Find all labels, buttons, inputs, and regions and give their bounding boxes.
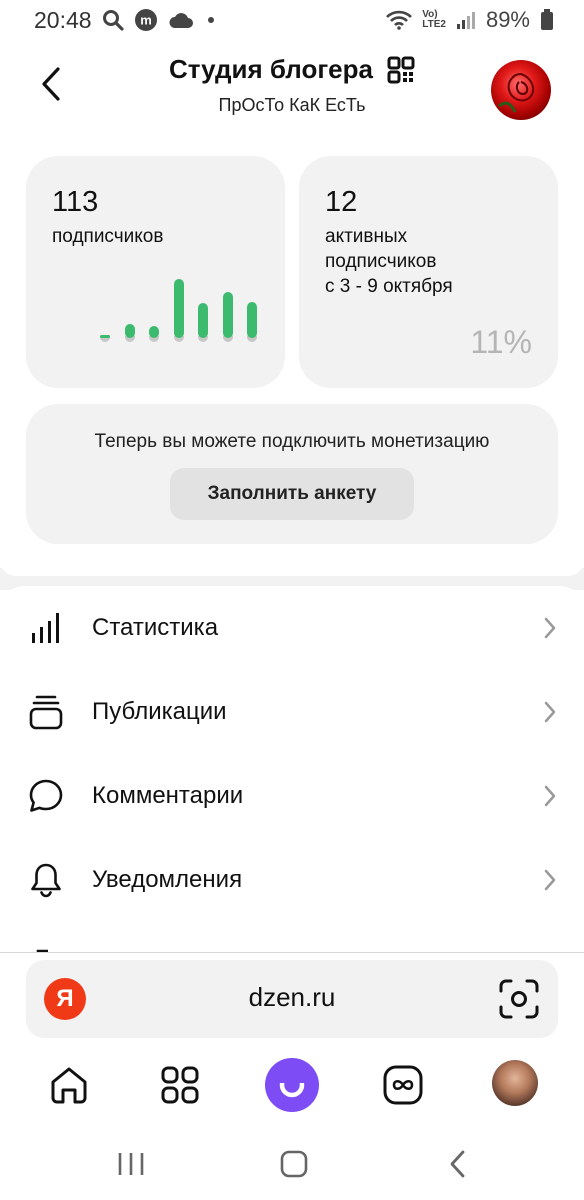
dot-icon <box>204 13 218 27</box>
recent-apps-icon[interactable] <box>111 1146 151 1182</box>
wifi-icon <box>386 10 413 30</box>
chevron-right-icon <box>542 868 558 892</box>
back-system-icon[interactable] <box>438 1146 478 1182</box>
network-label-bottom: LTE2 <box>422 19 446 30</box>
title-row: Студия блогера <box>169 54 415 85</box>
bell-icon <box>28 862 64 898</box>
stack-icon <box>28 694 64 730</box>
infinity-icon[interactable] <box>378 1060 428 1110</box>
top-section-bottom-edge <box>0 560 584 576</box>
active-label-line1: активных <box>325 226 408 247</box>
mini-chart-bar <box>149 326 159 338</box>
speech-bubble-icon <box>28 778 64 814</box>
header: Студия блогера ПрОсТо КаК ЕсТь <box>0 40 584 140</box>
active-subscribers-label: активных подписчиков с 3 - 9 октября <box>325 224 453 299</box>
chevron-right-icon <box>542 700 558 724</box>
menu-label-comments: Комментарии <box>92 782 244 809</box>
status-bar-right: Vo) LTE2 89% <box>386 7 554 33</box>
bottom-nav <box>0 1052 584 1118</box>
home-icon[interactable] <box>44 1060 94 1110</box>
menu-label-publications: Публикации <box>92 698 227 725</box>
menu-item-statistics[interactable]: Статистика <box>0 586 584 670</box>
active-label-line3: с 3 - 9 октября <box>325 276 453 297</box>
m-app-icon: m <box>134 8 158 32</box>
menu-label-statistics: Статистика <box>92 614 219 641</box>
search-icon <box>102 9 124 31</box>
system-navigation <box>0 1126 584 1200</box>
menu-item-comments[interactable]: Комментарии <box>0 754 584 838</box>
page-title: Студия блогера <box>169 54 373 84</box>
scan-camera-icon[interactable] <box>498 978 540 1020</box>
active-subscribers-count: 12 <box>325 186 358 218</box>
address-bar[interactable]: Я dzen.ru <box>26 960 558 1038</box>
subscribers-card[interactable]: 113 подписчиков <box>26 156 285 388</box>
monetization-text: Теперь вы можете подключить монетизацию <box>94 431 490 452</box>
profile-avatar[interactable] <box>492 1060 538 1106</box>
url-text[interactable]: dzen.ru <box>26 982 558 1013</box>
alice-icon[interactable] <box>265 1058 319 1112</box>
mini-chart-bar <box>247 302 257 338</box>
home-system-icon[interactable] <box>274 1146 314 1182</box>
studio-menu: Статистика Публикации Комментарии Уведом… <box>0 586 584 956</box>
subscribers-count: 113 <box>52 186 99 218</box>
signal-icon <box>456 10 476 30</box>
active-label-line2: подписчиков <box>325 251 437 272</box>
apps-grid-icon[interactable] <box>155 1060 205 1110</box>
rose-avatar[interactable] <box>491 60 551 120</box>
subscribers-mini-chart <box>98 266 268 342</box>
mini-chart-bar <box>222 292 233 338</box>
network-type-label: Vo) LTE2 <box>422 10 446 30</box>
status-bar-left: 20:48 m <box>34 7 218 34</box>
chevron-right-icon <box>542 784 558 808</box>
menu-label-notifications: Уведомления <box>92 866 243 893</box>
mini-chart-bar <box>173 279 184 338</box>
qr-code-icon[interactable] <box>387 56 415 84</box>
active-percent: 11% <box>470 324 532 360</box>
battery-percent: 89% <box>485 7 530 32</box>
active-subscribers-card[interactable]: 12 активных подписчиков с 3 - 9 октября … <box>299 156 558 388</box>
menu-item-notifications[interactable]: Уведомления <box>0 838 584 922</box>
bar-chart-icon <box>28 610 64 646</box>
svg-text:m: m <box>140 13 152 28</box>
mini-chart-bar <box>198 303 208 338</box>
menu-item-publications[interactable]: Публикации <box>0 670 584 754</box>
status-bar: 20:48 m Vo) LTE2 89% <box>0 0 584 40</box>
monetization-card: Теперь вы можете подключить монетизацию … <box>26 404 558 544</box>
chevron-right-icon <box>542 616 558 640</box>
mini-chart-bar <box>100 335 110 338</box>
subscribers-label: подписчиков <box>52 226 164 247</box>
fill-form-button[interactable]: Заполнить анкету <box>170 468 414 520</box>
mini-chart-bar <box>124 324 135 338</box>
cloud-icon <box>168 11 194 29</box>
battery-icon <box>540 9 554 31</box>
status-time: 20:48 <box>34 6 92 33</box>
